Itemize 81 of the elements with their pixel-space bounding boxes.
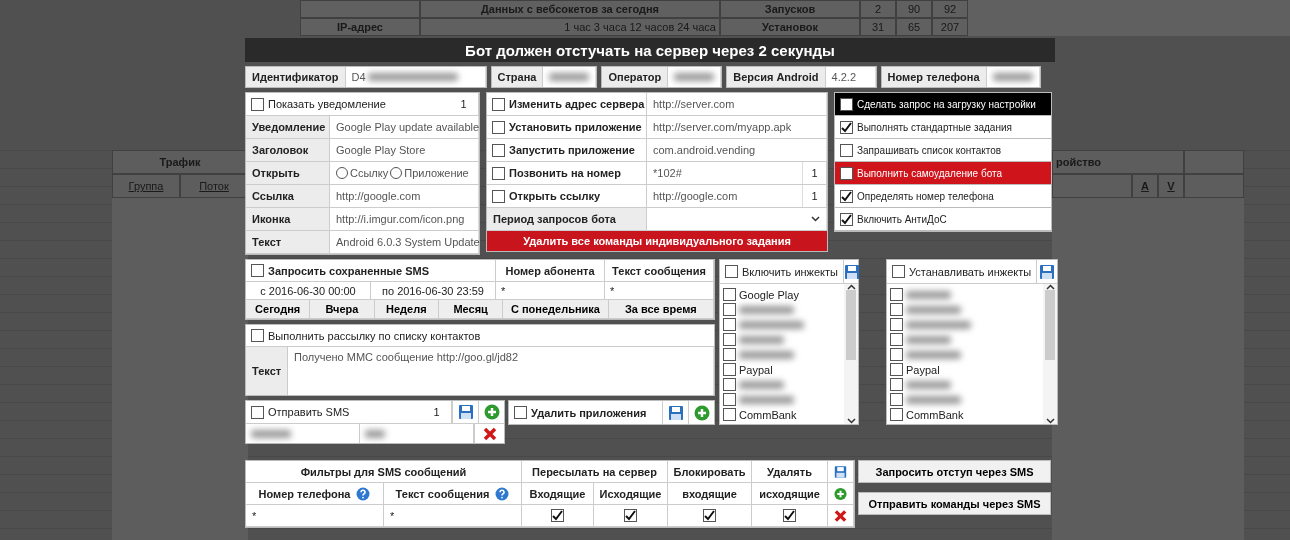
table-header: Установок xyxy=(720,18,860,36)
action-button[interactable]: Запросить отступ через SMS xyxy=(858,460,1051,483)
field-label: Уведомление xyxy=(246,116,330,138)
column-header: исходящие xyxy=(752,483,828,505)
table-cell: 65 xyxy=(896,18,932,36)
option-checkbox[interactable]: Определять номер телефона xyxy=(835,189,1051,203)
mailing-checkbox[interactable]: Выполнить рассылку по списку контактов xyxy=(246,325,714,346)
command-checkbox[interactable]: Изменить адрес сервера xyxy=(487,93,647,115)
table-cell: 31 xyxy=(860,18,896,36)
notification-checkbox[interactable]: Показать уведомление xyxy=(246,93,449,115)
table-header: IP-адрес xyxy=(300,18,420,36)
column-header: Текст сообщения xyxy=(384,483,522,505)
list-item[interactable]: CommBank xyxy=(890,408,1040,421)
list-item[interactable]: Paypal xyxy=(723,363,841,376)
table-header: Данных с вебсокетов за сегодня xyxy=(420,0,720,18)
column-header: входящие xyxy=(668,483,752,505)
command-checkbox[interactable]: Открыть ссылку xyxy=(487,185,647,207)
column-header: Фильтры для SMS сообщений xyxy=(246,461,522,483)
field-value: D4 xyxy=(351,71,366,83)
filter-field[interactable]: * xyxy=(384,505,522,527)
field-label: Период запросов бота xyxy=(487,208,647,230)
field-label: Страна xyxy=(491,67,544,87)
table-cell: 92 xyxy=(932,0,968,18)
radio-option[interactable]: Приложение xyxy=(390,167,469,179)
field-label: Версия Android xyxy=(727,67,826,87)
field-label: Ссылка xyxy=(246,185,330,207)
table-header: ройство xyxy=(1052,150,1184,174)
range-button[interactable]: С понедельника xyxy=(503,300,609,318)
filter-field[interactable]: * xyxy=(605,282,714,299)
sms-checkbox[interactable]: Запросить сохраненные SMS xyxy=(246,260,496,281)
field-label: Текст xyxy=(246,231,330,253)
table-header: Запусков xyxy=(720,0,860,18)
column-header: Удалять xyxy=(752,461,828,483)
date-field[interactable]: по 2016-06-30 23:59 xyxy=(371,282,496,299)
column-header: Пересылать на сервер xyxy=(522,461,668,483)
option-checkbox[interactable]: Запрашивать список контактов xyxy=(835,143,1051,157)
command-checkbox[interactable]: Запустить приложение xyxy=(487,139,647,161)
table-cell: 2 xyxy=(860,0,896,18)
field-label: Номер телефона xyxy=(881,67,987,87)
field-label: Идентификатор xyxy=(246,67,346,87)
count-value: 1 xyxy=(449,93,479,115)
column-header: Исходящие xyxy=(594,483,668,505)
table-cell: 207 xyxy=(932,18,968,36)
list-item[interactable]: Google Play xyxy=(723,288,841,301)
range-button[interactable]: За все время xyxy=(608,300,714,318)
column-header: Входящие xyxy=(522,483,594,505)
field-label: Открыть xyxy=(246,162,330,184)
column-header: Текст сообщения xyxy=(605,260,714,281)
count-value: 1 xyxy=(803,185,827,207)
field-value: 4.2.2 xyxy=(831,71,857,83)
column-header: Номер абонента xyxy=(496,260,605,281)
command-checkbox[interactable]: Позвонить на номер xyxy=(487,162,647,184)
action-button[interactable]: Отправить команды через SMS xyxy=(858,492,1051,515)
filter-field[interactable]: * xyxy=(496,282,605,299)
date-field[interactable]: с 2016-06-30 00:00 xyxy=(246,282,371,299)
injects-checkbox[interactable]: Включить инжекты xyxy=(720,260,843,283)
field-label: Оператор xyxy=(602,67,669,87)
range-button[interactable]: Неделя xyxy=(374,300,439,318)
delete-commands-button[interactable]: Удалить все команды индивидуального задания xyxy=(487,231,827,251)
command-checkbox[interactable]: Установить приложение xyxy=(487,116,647,138)
send-sms-checkbox[interactable]: Отправить SMS xyxy=(246,401,422,423)
table-header: Трафик xyxy=(112,150,248,174)
field-label: Иконка xyxy=(246,208,330,230)
range-button[interactable]: Вчера xyxy=(310,300,375,318)
list-item[interactable]: CommBank xyxy=(723,408,841,421)
list-item[interactable]: Paypal xyxy=(890,363,1040,376)
field-label: Текст xyxy=(246,347,288,395)
count-value: 1 xyxy=(422,401,452,423)
range-button[interactable]: Месяц xyxy=(438,300,504,318)
count-value: 1 xyxy=(803,162,827,184)
option-checkbox[interactable]: Включить АнтиДоС xyxy=(835,212,1051,226)
column-header: Номер телефона xyxy=(246,483,384,505)
dialog-title: Бот должен отстучать на сервер через 2 секунды xyxy=(245,38,1055,62)
range-button[interactable]: Сегодня xyxy=(246,300,311,318)
table-cell: 90 xyxy=(896,0,932,18)
field-label: Заголовок xyxy=(246,139,330,161)
radio-option[interactable]: Ссылку xyxy=(336,167,389,179)
option-checkbox[interactable]: Выполнять стандартные задания xyxy=(835,120,1051,134)
injects-checkbox[interactable]: Устанавливать инжекты xyxy=(887,260,1037,283)
column-header: Блокировать xyxy=(668,461,752,483)
filter-field[interactable]: * xyxy=(246,505,384,527)
